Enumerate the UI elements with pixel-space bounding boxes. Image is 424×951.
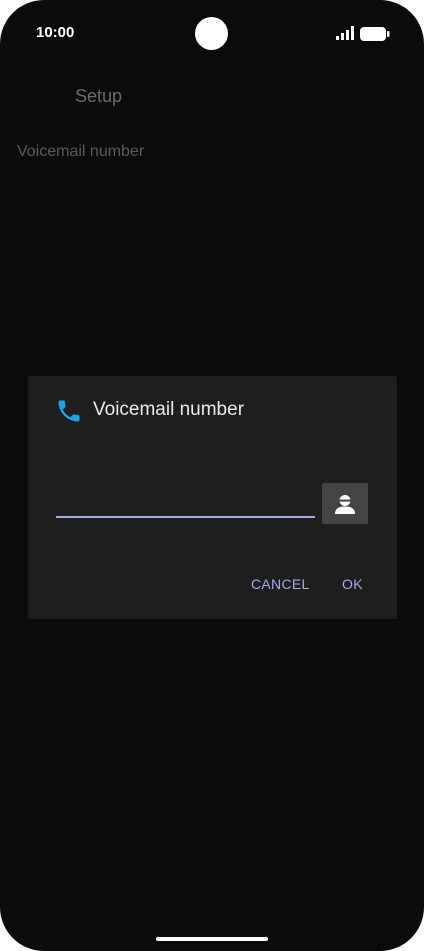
battery-icon <box>360 27 390 41</box>
setting-voicemail-number[interactable]: Voicemail number <box>17 143 144 161</box>
phone-icon <box>58 400 80 422</box>
voicemail-number-dialog: Voicemail number CANCEL OK <box>28 376 397 619</box>
cellular-signal-icon <box>336 26 354 40</box>
pick-contact-button[interactable] <box>322 483 368 524</box>
voicemail-number-input[interactable] <box>56 488 315 518</box>
status-bar: 10:00 <box>0 0 424 66</box>
page-title: Setup <box>75 86 123 106</box>
contact-person-icon <box>335 494 355 514</box>
dialog-title: Voicemail number <box>93 399 245 420</box>
front-camera <box>195 17 228 50</box>
status-time: 10:00 <box>36 24 75 41</box>
ok-button[interactable]: OK <box>342 576 363 592</box>
cancel-button[interactable]: CANCEL <box>251 576 310 592</box>
phone-screen: 10:00 Setup Voicemail number Voicemail n… <box>0 0 424 951</box>
home-indicator[interactable] <box>156 937 268 941</box>
